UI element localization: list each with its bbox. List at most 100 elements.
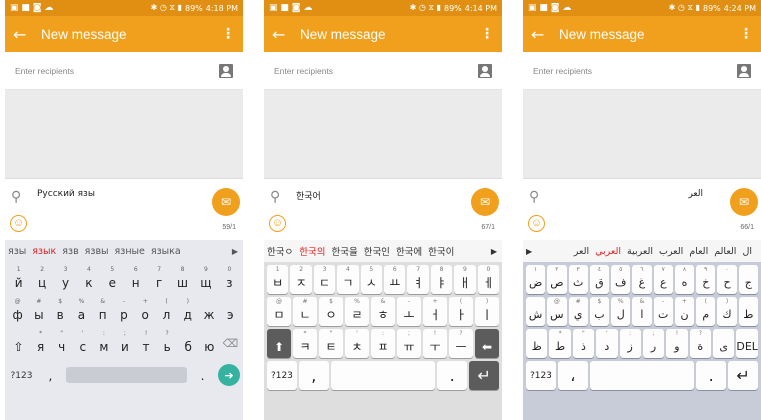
suggestion-item[interactable]: 한국ㅇ	[267, 244, 293, 258]
space-key[interactable]	[65, 367, 188, 383]
key[interactable]: ٦غ	[632, 265, 652, 294]
suggestion-item[interactable]: العرب	[659, 246, 683, 257]
send-button[interactable]: ✉	[730, 188, 758, 216]
key[interactable]: ) д	[178, 297, 197, 326]
back-arrow-icon[interactable]: ←	[272, 25, 294, 44]
suggestion-item[interactable]: язык	[32, 246, 56, 257]
suggestion-item[interactable]: العربية	[627, 246, 653, 257]
key[interactable]: ' с	[73, 329, 92, 358]
symbols-key[interactable]: ?123	[8, 361, 35, 390]
more-options-icon[interactable]: ⋮	[480, 26, 494, 42]
suggestion-item[interactable]: 한국의	[299, 244, 325, 258]
suggestions-expand-icon[interactable]: ▶	[232, 247, 238, 256]
key[interactable]: % а	[72, 297, 91, 326]
attach-icon[interactable]: ⚲	[270, 189, 280, 205]
send-button[interactable]: ✉	[212, 188, 240, 216]
key[interactable]: ? ة	[689, 329, 711, 358]
key[interactable]: 0з	[219, 265, 240, 294]
key[interactable]: 4к	[78, 265, 99, 294]
key[interactable]: 6н	[125, 265, 146, 294]
key[interactable]: + ن	[674, 297, 695, 326]
shift-key[interactable]: ⬆	[267, 329, 291, 358]
key[interactable]: ! و	[666, 329, 688, 358]
key[interactable]: 9ㅐ	[454, 265, 476, 294]
key[interactable]: ; и	[115, 329, 134, 358]
key[interactable]: б	[179, 329, 198, 358]
comma-key[interactable]: ،	[557, 361, 588, 390]
key[interactable]: 3у	[55, 265, 76, 294]
enter-key[interactable]: ↵	[728, 361, 758, 390]
key[interactable]: % ل	[611, 297, 631, 326]
key[interactable]: (л	[157, 297, 176, 326]
key[interactable]: ? ь	[158, 329, 177, 358]
emoji-icon[interactable]: ☺	[269, 215, 286, 232]
key[interactable]: ط	[738, 297, 758, 326]
key[interactable]: * я	[31, 329, 50, 358]
key[interactable]: ى	[713, 329, 735, 358]
key[interactable]: + ㅓ	[423, 297, 447, 326]
key[interactable]: 8ш	[172, 265, 193, 294]
key[interactable]: 2ц	[31, 265, 52, 294]
enter-key[interactable]: ➔	[218, 364, 241, 386]
key[interactable]: :м	[94, 329, 113, 358]
space-key[interactable]	[589, 361, 695, 390]
backspace-key[interactable]: ⬅	[475, 329, 499, 358]
suggestion-item[interactable]: العالم	[714, 246, 736, 257]
key[interactable]: ) ㅣ	[475, 297, 499, 326]
key[interactable]: ю	[200, 329, 219, 358]
contact-picker-icon[interactable]	[219, 63, 233, 78]
suggestion-item[interactable]: язные	[115, 246, 145, 257]
key[interactable]: :ㅍ	[371, 329, 395, 358]
suggestion-item[interactable]: 한국에	[396, 244, 422, 258]
key[interactable]: & ا	[632, 297, 652, 326]
key[interactable]: э	[221, 297, 240, 326]
enter-key[interactable]: ↵	[469, 361, 499, 390]
backspace-key[interactable]: ⌫	[221, 329, 240, 358]
key[interactable]: ' د	[596, 329, 618, 358]
key[interactable]: & ㅎ	[371, 297, 395, 326]
key[interactable]: 4ㄱ	[337, 265, 359, 294]
key[interactable]: $ ㅇ	[319, 297, 343, 326]
key[interactable]: $ ب	[589, 297, 610, 326]
key[interactable]: 7г	[148, 265, 169, 294]
symbols-key[interactable]: ?123	[526, 361, 556, 390]
recipients-input[interactable]: Enter recipients	[274, 66, 478, 76]
period-key[interactable]: .	[189, 361, 216, 390]
delete-key[interactable]: DEL	[736, 329, 758, 358]
key[interactable]: " ч	[52, 329, 71, 358]
key[interactable]: @ ㅁ	[267, 297, 291, 326]
key[interactable]: ١ض	[526, 265, 546, 294]
key[interactable]: ' ㅊ	[345, 329, 369, 358]
key[interactable]: 8ㅑ	[430, 265, 453, 294]
message-input[interactable]: العر	[688, 189, 703, 199]
back-arrow-icon[interactable]: ←	[531, 25, 553, 44]
key[interactable]: -ㅗ	[397, 297, 421, 326]
key[interactable]: ; ㅠ	[397, 329, 421, 358]
suggestion-item[interactable]: العربي	[595, 246, 621, 257]
key[interactable]: ж	[199, 297, 218, 326]
period-key[interactable]: .	[696, 361, 727, 390]
comma-key[interactable]: ,	[298, 361, 329, 390]
suggestion-item[interactable]: 한국을	[331, 244, 357, 258]
suggestion-item[interactable]: ال	[742, 246, 752, 257]
key[interactable]: (م	[696, 297, 716, 326]
key[interactable]: ٣ث	[568, 265, 588, 294]
suggestion-item[interactable]: العر	[574, 246, 589, 257]
key[interactable]: * ㅋ	[293, 329, 317, 358]
emoji-icon[interactable]: ☺	[10, 215, 27, 232]
contact-picker-icon[interactable]	[478, 63, 492, 78]
key[interactable]: # ㄴ	[293, 297, 317, 326]
key[interactable]: " ذ	[572, 329, 595, 358]
key[interactable]: 1ㅂ	[267, 265, 289, 294]
more-options-icon[interactable]: ⋮	[739, 26, 753, 42]
key[interactable]: 0ㅔ	[477, 265, 500, 294]
attach-icon[interactable]: ⚲	[529, 189, 539, 205]
suggestion-item[interactable]: 한국이	[428, 244, 454, 258]
more-options-icon[interactable]: ⋮	[221, 26, 235, 42]
key[interactable]: ) ك	[717, 297, 737, 326]
key[interactable]: ٨ه	[674, 265, 695, 294]
send-button[interactable]: ✉	[471, 188, 499, 216]
key[interactable]: " ㅌ	[319, 329, 343, 358]
space-key[interactable]	[330, 361, 436, 390]
suggestion-item[interactable]: язвы	[85, 246, 109, 257]
